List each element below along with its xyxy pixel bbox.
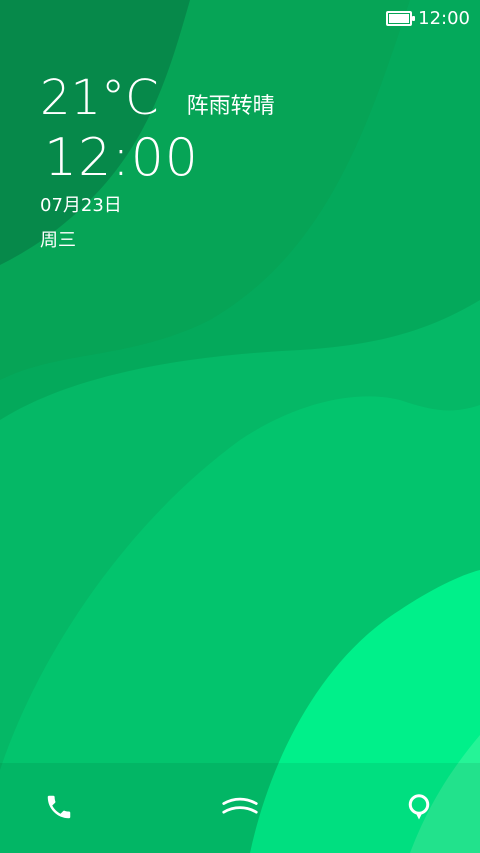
unlock-chevron-icon[interactable] [222, 789, 258, 825]
weather-condition: 阵雨转晴 [186, 94, 275, 119]
phone-icon[interactable] [41, 789, 77, 825]
status-bar: 12:00 [0, 0, 480, 36]
temperature: 21°C [40, 70, 159, 126]
bottom-bar [0, 763, 480, 853]
lockscreen-clock: 12:00 [44, 128, 199, 188]
status-right: 12:00 [386, 8, 470, 29]
weekday-label: 周三 [40, 230, 76, 251]
weather-widget[interactable]: 21°C 阵雨转晴 [40, 70, 275, 126]
status-time: 12:00 [418, 8, 470, 29]
battery-icon [386, 11, 416, 26]
battery-fill [389, 14, 409, 23]
location-pin-icon[interactable] [401, 789, 437, 825]
date-label: 07月23日 [40, 195, 122, 216]
